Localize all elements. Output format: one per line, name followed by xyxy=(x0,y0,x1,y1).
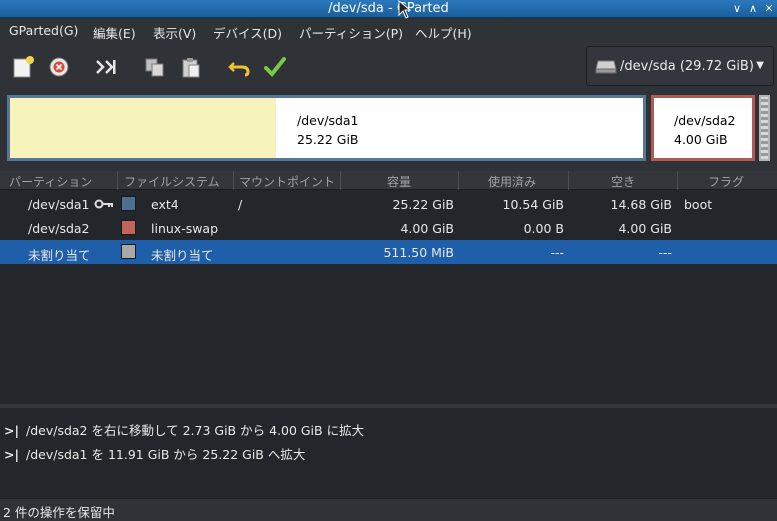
partition-block-size: 4.00 GiB xyxy=(674,132,728,147)
cell-size: 4.00 GiB xyxy=(400,221,454,236)
partition-block-size: 25.22 GiB xyxy=(297,132,359,147)
col-free[interactable]: 空き xyxy=(611,173,635,190)
cell-filesystem: ext4 xyxy=(151,197,179,212)
apply-icon[interactable] xyxy=(262,54,288,80)
list-item[interactable]: >| /dev/sda2 を右に移動して 2.73 GiB から 4.00 GiB… xyxy=(4,420,364,439)
fs-color-swatch xyxy=(121,244,136,259)
disk-map: /dev/sda1 25.22 GiB /dev/sda2 4.00 GiB xyxy=(0,89,777,171)
menu-bar: GParted(G) 編集(E) 表示(V) デバイス(D) パーティション(P… xyxy=(0,19,777,43)
harddisk-icon xyxy=(595,60,617,74)
fs-color-swatch xyxy=(121,220,136,235)
fs-color-swatch xyxy=(121,196,136,211)
col-size[interactable]: 容量 xyxy=(387,173,411,190)
paste-icon[interactable] xyxy=(178,54,204,80)
minimize-button[interactable]: ∨ xyxy=(730,2,744,16)
cell-size: 25.22 GiB xyxy=(392,197,455,212)
cell-partition: 未割り当て xyxy=(28,248,91,263)
undo-icon[interactable] xyxy=(226,54,252,80)
cell-mountpoint: / xyxy=(238,197,243,212)
resize-move-icon: >| xyxy=(4,447,20,462)
cell-free: 14.68 GiB xyxy=(610,197,673,212)
resize-move-icon: >| xyxy=(4,423,20,438)
window-title: /dev/sda - GParted xyxy=(328,1,449,16)
new-icon[interactable] xyxy=(10,54,36,80)
cell-partition: /dev/sda1 xyxy=(28,197,90,212)
pending-operations-list: >| /dev/sda2 を右に移動して 2.73 GiB から 4.00 GiB… xyxy=(0,404,777,498)
menu-view[interactable]: 表示(V) xyxy=(153,23,196,42)
table-row-selected[interactable]: 未割り当て 未割り当て 511.50 MiB --- --- xyxy=(0,240,777,264)
close-button[interactable]: ✕ xyxy=(762,2,776,16)
list-item[interactable]: >| /dev/sda1 を 11.91 GiB から 25.22 GiB へ拡大 xyxy=(4,444,305,463)
toolbar: /dev/sda (29.72 GiB) ▼ xyxy=(0,43,777,89)
operation-text: /dev/sda1 を 11.91 GiB から 25.22 GiB へ拡大 xyxy=(26,447,306,462)
device-selector-label: /dev/sda (29.72 GiB) xyxy=(620,59,754,74)
used-space-bar xyxy=(10,98,276,158)
mouse-cursor-icon xyxy=(398,0,412,19)
chevron-down-icon: ▼ xyxy=(756,60,764,71)
cell-partition: /dev/sda2 xyxy=(28,221,90,236)
table-row[interactable]: /dev/sda2 linux-swap 4.00 GiB 0.00 B 4.0… xyxy=(0,216,777,240)
menu-help[interactable]: ヘルプ(H) xyxy=(415,23,472,42)
cell-free: 4.00 GiB xyxy=(618,221,672,236)
delete-icon[interactable] xyxy=(46,54,72,80)
cell-used: 0.00 B xyxy=(523,221,564,236)
cell-filesystem: 未割り当て xyxy=(151,248,214,263)
col-filesystem[interactable]: ファイルシステム xyxy=(124,173,220,190)
partition-block-sda1[interactable]: /dev/sda1 25.22 GiB xyxy=(7,95,646,161)
title-bar: /dev/sda - GParted ∨ ∧ ✕ xyxy=(0,0,777,19)
cell-used: 10.54 GiB xyxy=(502,197,565,212)
partition-block-name: /dev/sda2 xyxy=(674,113,736,128)
table-header: パーティション ファイルシステム マウントポイント 容量 使用済み 空き フラグ xyxy=(0,171,777,190)
col-mountpoint[interactable]: マウントポイント xyxy=(239,173,335,190)
device-selector[interactable]: /dev/sda (29.72 GiB) ▼ xyxy=(586,46,774,86)
partition-block-sda2[interactable]: /dev/sda2 4.00 GiB xyxy=(651,95,755,161)
partition-table: パーティション ファイルシステム マウントポイント 容量 使用済み 空き フラグ… xyxy=(0,171,777,404)
resize-move-icon[interactable] xyxy=(92,54,118,80)
cell-flags: boot xyxy=(684,197,713,212)
cell-filesystem: linux-swap xyxy=(151,221,219,236)
cell-size: 511.50 MiB xyxy=(383,245,454,260)
partition-block-unallocated[interactable] xyxy=(759,95,770,161)
cell-free: --- xyxy=(658,245,672,260)
status-text: 2 件の操作を保留中 xyxy=(3,505,115,520)
copy-icon[interactable] xyxy=(142,54,168,80)
status-bar: 2 件の操作を保留中 xyxy=(0,498,777,521)
menu-gparted[interactable]: GParted(G) xyxy=(9,23,78,38)
menu-edit[interactable]: 編集(E) xyxy=(93,23,136,42)
table-row[interactable]: /dev/sda1 ext4 / 25.22 GiB 10.54 GiB 14.… xyxy=(0,192,777,216)
menu-partition[interactable]: パーティション(P) xyxy=(299,23,403,42)
col-flags[interactable]: フラグ xyxy=(708,173,744,190)
key-icon xyxy=(94,199,113,209)
operation-text: /dev/sda2 を右に移動して 2.73 GiB から 4.00 GiB に… xyxy=(26,423,365,438)
col-used[interactable]: 使用済み xyxy=(488,173,536,190)
menu-device[interactable]: デバイス(D) xyxy=(213,23,282,42)
cell-used: --- xyxy=(550,245,564,260)
col-partition[interactable]: パーティション xyxy=(9,173,92,190)
partition-block-name: /dev/sda1 xyxy=(297,113,359,128)
maximize-button[interactable]: ∧ xyxy=(746,2,760,16)
